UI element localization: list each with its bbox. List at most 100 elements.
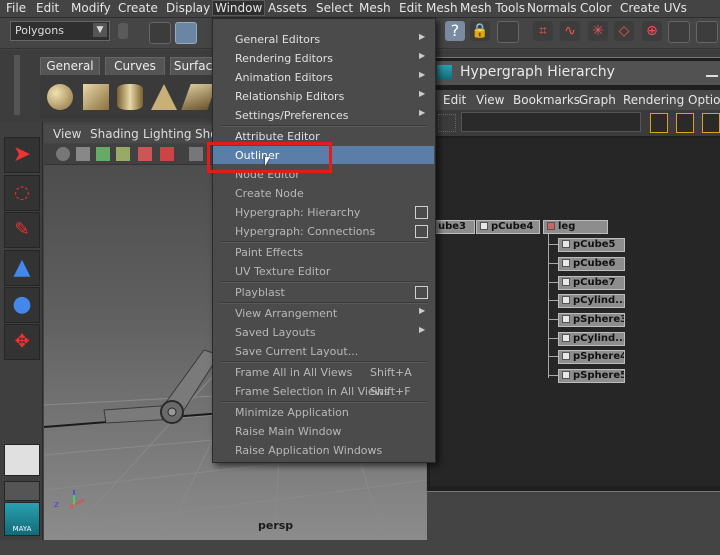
hg-menu-edit[interactable]: Edit xyxy=(443,93,466,107)
scene-hierarchy-icon[interactable] xyxy=(650,113,668,133)
select-object-icon[interactable] xyxy=(175,22,197,44)
move-tool-icon[interactable]: ▲ xyxy=(4,250,40,286)
menu-item-rendering-editors[interactable]: Rendering Editors ▶ xyxy=(213,49,434,67)
viewport-menu-shading[interactable]: Shading xyxy=(90,127,139,141)
menu-edit[interactable]: Edit xyxy=(36,1,59,15)
snap-plane-icon[interactable]: ◇ xyxy=(614,21,634,41)
menu-color[interactable]: Color xyxy=(580,1,611,15)
grease-pencil-icon[interactable] xyxy=(160,147,174,161)
menu-create[interactable]: Create xyxy=(118,1,158,15)
shelf-tab-general[interactable]: General xyxy=(40,57,100,75)
menu-create-uvs[interactable]: Create UVs xyxy=(620,1,687,15)
shelf-tab-surfaces[interactable]: Surfac xyxy=(170,57,216,75)
menu-item-playblast[interactable]: Playblast xyxy=(213,283,434,301)
menu-window[interactable]: Window xyxy=(211,0,266,16)
menu-file[interactable]: File xyxy=(6,1,26,15)
snap-grid-icon[interactable]: ⌗ xyxy=(533,21,553,41)
2d-pan-zoom-icon[interactable] xyxy=(138,147,152,161)
snap-curve-icon[interactable]: ∿ xyxy=(560,21,580,41)
graph-node[interactable]: pCube7 xyxy=(558,276,625,290)
shelf-tab-curves[interactable]: Curves xyxy=(105,57,165,75)
image-plane-icon[interactable] xyxy=(116,147,130,161)
menu-item-raise-application-windows[interactable]: Raise Application Windows xyxy=(213,441,434,459)
hg-menu-rendering[interactable]: Rendering xyxy=(623,93,684,107)
option-box-icon[interactable] xyxy=(415,225,428,238)
shelf-handle[interactable] xyxy=(14,55,20,115)
cone-icon[interactable] xyxy=(151,84,177,110)
menu-mesh-tools[interactable]: Mesh Tools xyxy=(460,1,525,15)
lock-icon[interactable]: 🔒 xyxy=(470,21,490,41)
graph-node[interactable]: ube3 xyxy=(434,220,475,234)
menu-item-general-editors[interactable]: General Editors ▶ xyxy=(213,30,434,48)
select-hierarchy-icon[interactable] xyxy=(149,22,171,44)
menu-item-save-current-layout[interactable]: Save Current Layout... xyxy=(213,342,434,360)
collapse-handle-icon[interactable] xyxy=(118,23,128,39)
menu-item-create-node[interactable]: Create Node xyxy=(213,184,434,202)
graph-node[interactable]: pCylind... xyxy=(558,332,625,346)
graph-node[interactable]: pCube4 xyxy=(476,220,540,234)
menu-display[interactable]: Display xyxy=(166,1,210,15)
camera-icon[interactable] xyxy=(56,147,70,161)
frame-selection-icon[interactable] xyxy=(438,114,456,132)
hg-menu-bookmarks[interactable]: Bookmarks xyxy=(513,93,580,107)
hypergraph-canvas[interactable] xyxy=(430,138,720,486)
graph-node[interactable]: pSphere4 xyxy=(558,350,625,364)
select-mode-icon[interactable] xyxy=(497,21,519,43)
input-output-icon[interactable] xyxy=(676,113,694,133)
single-pane-layout-icon[interactable] xyxy=(4,444,40,476)
menu-item-minimize-application[interactable]: Minimize Application xyxy=(213,403,434,421)
render-icon[interactable] xyxy=(696,21,718,43)
menu-edit-mesh[interactable]: Edit Mesh xyxy=(399,1,458,15)
menu-item-settings-preferences[interactable]: Settings/Preferences ▶ xyxy=(213,106,434,124)
menu-normals[interactable]: Normals xyxy=(527,1,577,15)
graph-node[interactable]: pCylind... xyxy=(558,294,625,308)
menu-mesh[interactable]: Mesh xyxy=(359,1,391,15)
help-icon[interactable]: ? xyxy=(445,21,465,41)
hg-menu-view[interactable]: View xyxy=(476,93,504,107)
cube-icon[interactable] xyxy=(83,84,109,110)
graph-node[interactable]: pSphere3 xyxy=(558,313,625,327)
graph-node[interactable]: pSphere5 xyxy=(558,369,625,383)
menu-item-frame-selection[interactable]: Frame Selection in All Views Shift+F xyxy=(213,382,434,400)
scale-tool-icon[interactable]: ✥ xyxy=(4,324,40,360)
option-box-icon[interactable] xyxy=(415,206,428,219)
minimize-icon[interactable] xyxy=(706,63,718,77)
hg-menu-options[interactable]: Option xyxy=(688,93,720,107)
menu-item-view-arrangement[interactable]: View Arrangement ▶ xyxy=(213,304,434,322)
menu-assets[interactable]: Assets xyxy=(268,1,307,15)
camera-attributes-icon[interactable] xyxy=(76,147,90,161)
viewport-menu-lighting[interactable]: Lighting xyxy=(143,127,192,141)
mode-select[interactable]: Polygons ▼ xyxy=(10,21,110,41)
graph-node[interactable]: pCube5 xyxy=(558,238,625,252)
bookmark-icon[interactable] xyxy=(96,147,110,161)
graph-node[interactable]: pCube6 xyxy=(558,257,625,271)
menu-item-hypergraph-hierarchy[interactable]: Hypergraph: Hierarchy xyxy=(213,203,434,221)
select-tool-icon[interactable]: ➤ xyxy=(4,137,40,173)
menu-item-saved-layouts[interactable]: Saved Layouts ▶ xyxy=(213,323,434,341)
rotate-tool-icon[interactable]: ● xyxy=(4,287,40,323)
graph-layout-icon[interactable] xyxy=(702,113,720,133)
menu-item-relationship-editors[interactable]: Relationship Editors ▶ xyxy=(213,87,434,105)
menu-item-raise-main-window[interactable]: Raise Main Window xyxy=(213,422,434,440)
option-box-icon[interactable] xyxy=(415,286,428,299)
snap-point-icon[interactable]: ✳ xyxy=(588,21,608,41)
menu-item-uv-texture-editor[interactable]: UV Texture Editor xyxy=(213,262,434,280)
viewport-menu-view[interactable]: View xyxy=(53,127,81,141)
menu-item-animation-editors[interactable]: Animation Editors ▶ xyxy=(213,68,434,86)
graph-node[interactable]: leg xyxy=(543,220,608,234)
hypergraph-search-input[interactable] xyxy=(461,112,641,132)
leg-model[interactable] xyxy=(103,349,220,424)
menu-item-frame-all[interactable]: Frame All in All Views Shift+A xyxy=(213,363,434,381)
grid-toggle-icon[interactable] xyxy=(189,147,203,161)
four-pane-layout-icon[interactable] xyxy=(4,481,40,501)
hg-menu-graph[interactable]: Graph xyxy=(579,93,616,107)
paint-select-tool-icon[interactable]: ✎ xyxy=(4,212,40,248)
cylinder-icon[interactable] xyxy=(117,84,143,110)
menu-modify[interactable]: Modify xyxy=(71,1,111,15)
menu-item-paint-effects[interactable]: Paint Effects xyxy=(213,243,434,261)
sphere-icon[interactable] xyxy=(47,84,73,110)
menu-item-hypergraph-connections[interactable]: Hypergraph: Connections xyxy=(213,222,434,240)
menu-select[interactable]: Select xyxy=(316,1,353,15)
history-icon[interactable] xyxy=(668,21,690,43)
lasso-tool-icon[interactable]: ◌ xyxy=(4,175,40,211)
